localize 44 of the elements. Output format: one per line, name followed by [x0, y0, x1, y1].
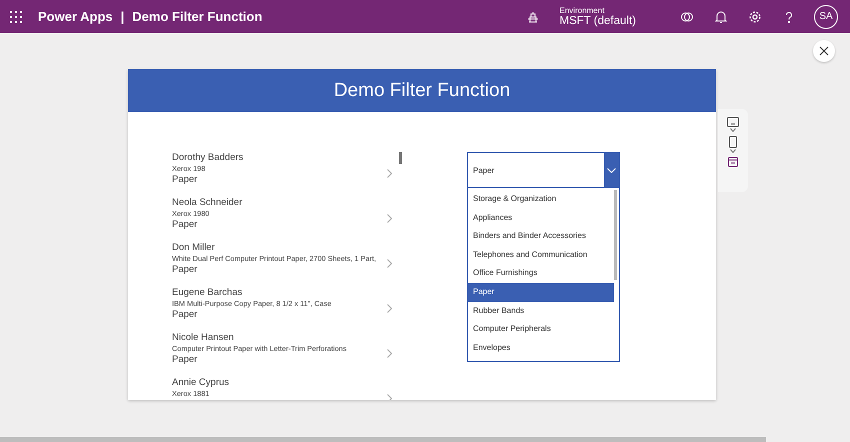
scrollbar-thumb[interactable] — [399, 152, 402, 164]
customer-name[interactable]: Neola Schneider — [172, 197, 242, 209]
horizontal-scrollbar[interactable] — [0, 437, 766, 442]
dropdown-option[interactable]: Office Furnishings — [468, 264, 614, 283]
dropdown-value: Paper — [472, 166, 496, 174]
screen-title: Demo Filter Function — [128, 69, 716, 112]
chevron-down-icon[interactable] — [730, 128, 736, 132]
category-name: Paper — [172, 264, 198, 276]
dropdown-option[interactable]: Binders and Binder Accessories — [468, 227, 614, 246]
environment-value[interactable]: MSFT (default) — [560, 15, 636, 27]
settings-icon[interactable] — [748, 10, 762, 24]
dropdown-option[interactable]: Envelopes — [468, 338, 614, 358]
dropdown-option[interactable]: Appliances — [468, 208, 614, 228]
close-icon — [819, 46, 829, 56]
customer-name[interactable]: Dorothy Badders — [172, 152, 244, 164]
category-name: Paper — [172, 309, 198, 321]
category-name: Paper — [172, 174, 198, 186]
app-name[interactable]: Power Apps — [38, 9, 113, 24]
close-button[interactable] — [813, 40, 835, 62]
environment-icon[interactable] — [526, 10, 540, 24]
separator: | — [120, 9, 124, 24]
app-launcher-icon[interactable] — [10, 10, 22, 22]
user-avatar[interactable]: SA — [814, 4, 838, 28]
dropdown-option[interactable]: Storage & Organization — [468, 190, 614, 209]
dropdown-option[interactable]: Computer Peripherals — [468, 320, 614, 339]
dropdown-option[interactable]: Rubber Bands — [468, 302, 614, 320]
notification-icon[interactable] — [714, 10, 728, 24]
category-dropdown[interactable]: Paper — [467, 152, 620, 188]
category-name: Paper — [172, 354, 198, 366]
copilot-icon[interactable] — [680, 10, 694, 24]
tablet-icon[interactable] — [727, 117, 739, 127]
phone-icon[interactable] — [729, 136, 737, 148]
scrollbar-thumb[interactable] — [614, 190, 617, 280]
chevron-down-icon[interactable] — [730, 149, 736, 153]
customer-name[interactable]: Nicole Hansen — [172, 332, 234, 344]
web-icon[interactable] — [728, 157, 738, 167]
app-title: Demo Filter Function — [132, 9, 262, 24]
dropdown-option[interactable]: Telephones and Communication — [468, 246, 614, 264]
environment-label: Environment — [560, 6, 606, 15]
customer-name[interactable]: Annie Cyprus — [172, 377, 230, 389]
customer-name[interactable]: Eugene Barchas — [172, 287, 242, 299]
category-name: Paper — [172, 219, 198, 231]
customer-name[interactable]: Don Miller — [172, 242, 215, 254]
dropdown-option[interactable]: Paper — [468, 282, 614, 302]
